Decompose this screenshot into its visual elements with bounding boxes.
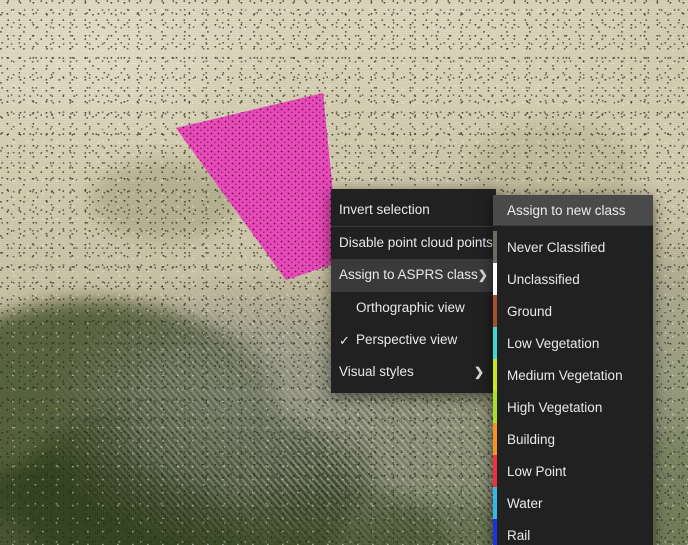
class-color-swatch [493,263,497,295]
asprs-class-label: Low Point [507,464,566,479]
menu-item-visual-styles[interactable]: Visual styles❯ [331,356,496,388]
menu-item-orthographic-view[interactable]: Orthographic view [331,292,496,324]
context-menu[interactable]: Invert selection Disable point cloud poin… [331,189,496,393]
lidar-point-cloud-app: Invert selection Disable point cloud poin… [0,0,688,545]
asprs-class-item-medium-vegetation[interactable]: Medium Vegetation [493,359,653,391]
class-color-swatch [493,487,497,519]
asprs-class-label: Medium Vegetation [507,368,623,383]
menu-item-label: Visual styles [339,365,474,379]
class-color-swatch [493,519,497,545]
asprs-class-label: Building [507,432,555,447]
asprs-class-item-building[interactable]: Building [493,423,653,455]
menu-item-assign-to-new-class[interactable]: Assign to new class [493,195,653,225]
chevron-right-icon: ❯ [474,366,486,378]
asprs-class-item-never-classified[interactable]: Never Classified [493,231,653,263]
menu-item-invert-selection[interactable]: Invert selection [331,194,496,226]
asprs-class-item-ground[interactable]: Ground [493,295,653,327]
context-menu-item-list: Invert selection Disable point cloud poin… [331,194,496,388]
asprs-class-label: Low Vegetation [507,336,599,351]
asprs-class-item-low-vegetation[interactable]: Low Vegetation [493,327,653,359]
chevron-right-icon: ❯ [478,269,490,281]
asprs-class-item-water[interactable]: Water [493,487,653,519]
asprs-class-list: Never Classified Unclassified Ground Low Ve… [493,231,653,545]
asprs-class-label: Water [507,496,543,511]
asprs-class-label: Ground [507,304,552,319]
asprs-class-label: Never Classified [507,240,605,255]
class-color-swatch [493,231,497,263]
menu-bottom-padding [331,388,496,393]
menu-item-disable-point-cloud-points[interactable]: Disable point cloud points [331,227,496,259]
class-color-swatch [493,455,497,487]
menu-item-label: Assign to ASPRS class [339,268,478,282]
asprs-class-item-low-point[interactable]: Low Point [493,455,653,487]
asprs-class-submenu[interactable]: Assign to new class Never Classified Uncl… [493,195,653,545]
menu-item-label: Perspective view [356,333,486,347]
asprs-class-item-high-vegetation[interactable]: High Vegetation [493,391,653,423]
class-color-swatch [493,391,497,423]
class-color-swatch [493,423,497,455]
asprs-class-item-unclassified[interactable]: Unclassified [493,263,653,295]
menu-item-label: Disable point cloud points [339,236,493,250]
menu-item-perspective-view[interactable]: ✓ Perspective view [331,324,496,356]
asprs-class-label: High Vegetation [507,400,602,415]
asprs-class-item-rail[interactable]: Rail [493,519,653,545]
menu-item-label: Assign to new class [507,203,626,218]
menu-item-assign-to-asprs-class[interactable]: Assign to ASPRS class❯ [331,259,496,291]
asprs-class-label: Rail [507,528,530,543]
asprs-class-label: Unclassified [507,272,580,287]
class-color-swatch [493,359,497,391]
menu-item-label: Invert selection [339,203,486,217]
checkmark-icon: ✓ [339,334,350,347]
class-color-swatch [493,327,497,359]
menu-item-label: Orthographic view [356,301,486,315]
class-color-swatch [493,295,497,327]
